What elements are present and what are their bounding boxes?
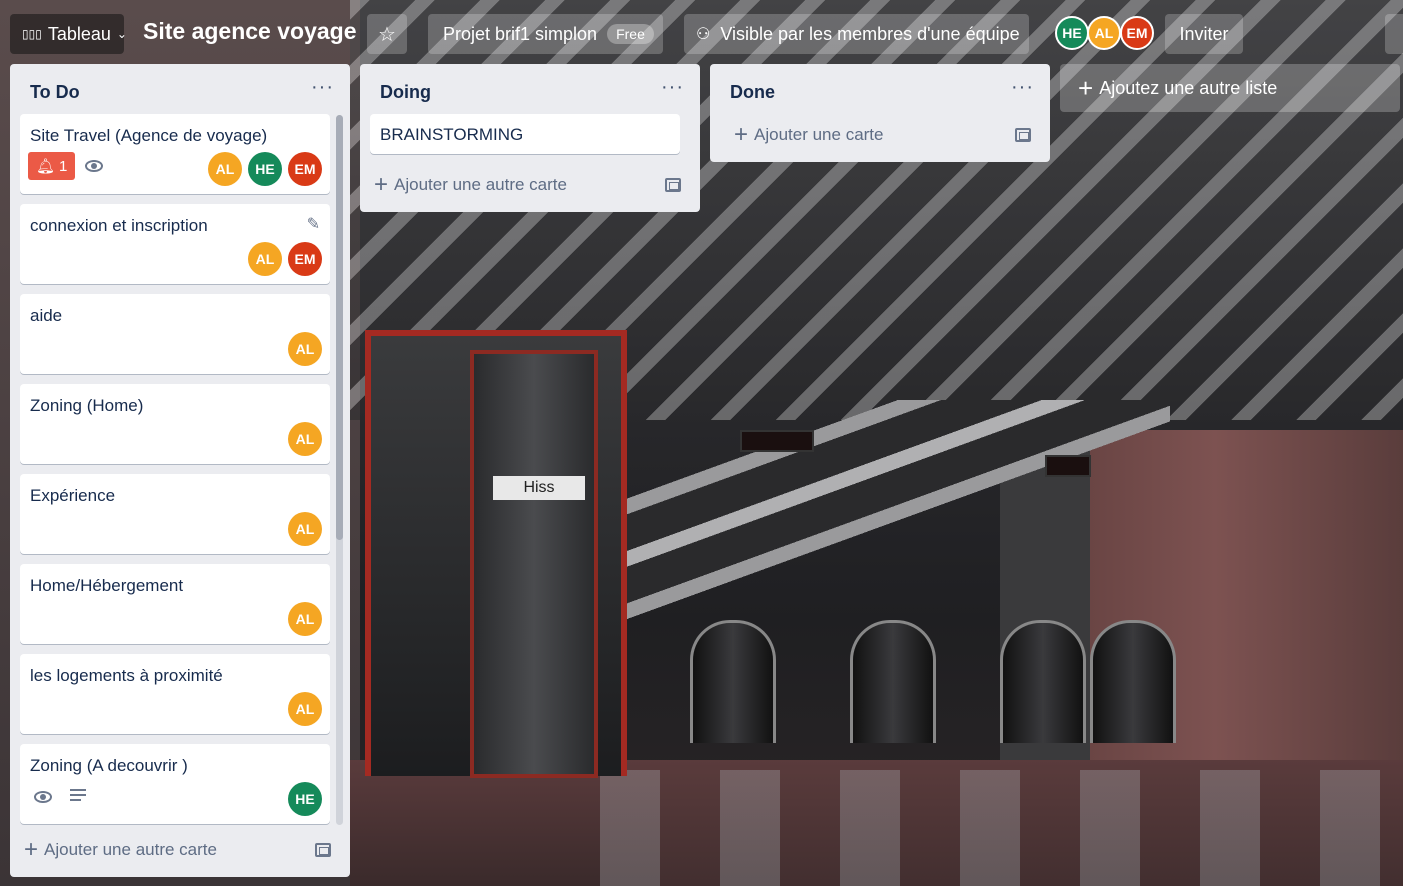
avatar[interactable]: HE bbox=[248, 152, 282, 186]
star-icon: ☆ bbox=[378, 23, 396, 46]
hiss-sign: Hiss bbox=[493, 476, 585, 500]
card[interactable]: Expérience AL bbox=[20, 474, 330, 554]
card[interactable]: Zoning (Home) AL bbox=[20, 384, 330, 464]
chevron-down-icon: ⌄ bbox=[116, 27, 127, 41]
avatar[interactable]: EM bbox=[288, 242, 322, 276]
avatar[interactable]: AL bbox=[208, 152, 242, 186]
card[interactable]: les logements à proximité AL bbox=[20, 654, 330, 734]
badge-count: 1 bbox=[59, 157, 68, 175]
due-badge[interactable]: 🔔︎ 1 bbox=[28, 152, 76, 180]
card[interactable]: Zoning (A decouvrir ) HE bbox=[20, 744, 330, 824]
avatar[interactable]: AL bbox=[288, 422, 322, 456]
list-title[interactable]: Doing bbox=[380, 82, 431, 103]
workspace-button[interactable]: Projet brif1 simplon Free bbox=[428, 14, 663, 54]
card[interactable]: Home/Hébergement AL bbox=[20, 564, 330, 644]
member-avatar-al[interactable]: AL bbox=[1087, 16, 1121, 50]
card-template-icon[interactable] bbox=[315, 843, 331, 857]
invite-button[interactable]: Inviter bbox=[1165, 14, 1243, 54]
watch-icon bbox=[34, 791, 52, 803]
visibility-label: Visible par les membres d'une équipe bbox=[720, 23, 1020, 44]
card-template-icon[interactable] bbox=[1015, 128, 1031, 142]
plan-badge: Free bbox=[607, 24, 654, 44]
card-title: Zoning (Home) bbox=[30, 396, 144, 415]
card[interactable]: aide AL bbox=[20, 294, 330, 374]
board-switcher-button[interactable]: ▯▯▯ Tableau ⌄ bbox=[10, 14, 127, 54]
plus-icon: + bbox=[374, 171, 389, 198]
add-card-label: Ajouter une autre carte bbox=[394, 175, 567, 194]
avatar[interactable]: AL bbox=[288, 602, 322, 636]
list-menu-icon[interactable]: ··· bbox=[1011, 76, 1034, 99]
card-title: connexion et inscription bbox=[30, 216, 208, 235]
pencil-icon[interactable]: ✎ bbox=[307, 214, 320, 234]
watch-icon bbox=[85, 160, 103, 172]
list-todo: To Do ··· Site Travel (Agence de voyage)… bbox=[10, 64, 350, 877]
board-header: ▯▯▯ Tableau ⌄ Site agence voyage ☆ Proje… bbox=[0, 0, 1403, 64]
plus-icon: + bbox=[734, 121, 749, 148]
description-icon bbox=[70, 786, 86, 804]
plus-icon: + bbox=[24, 836, 39, 863]
card[interactable]: BRAINSTORMING bbox=[370, 114, 680, 154]
list-scrollbar-thumb[interactable] bbox=[336, 115, 343, 540]
avatar[interactable]: HE bbox=[288, 782, 322, 816]
card-title: BRAINSTORMING bbox=[380, 125, 524, 144]
card-title: aide bbox=[30, 306, 63, 325]
card-title: Zoning (A decouvrir ) bbox=[30, 756, 188, 775]
list-title[interactable]: To Do bbox=[30, 82, 80, 103]
member-avatar-em[interactable]: EM bbox=[1120, 16, 1154, 50]
avatar[interactable]: AL bbox=[288, 692, 322, 726]
visibility-button[interactable]: ⚇ Visible par les membres d'une équipe bbox=[684, 14, 1029, 54]
add-card-button[interactable]: + Ajouter une autre carte bbox=[24, 838, 217, 862]
board-icon: ▯▯▯ bbox=[22, 27, 42, 41]
list-menu-icon[interactable]: ··· bbox=[661, 76, 684, 99]
card-title: Expérience bbox=[30, 486, 116, 505]
add-card-button[interactable]: + Ajouter une autre carte bbox=[374, 173, 567, 197]
list-menu-icon[interactable]: ··· bbox=[311, 76, 334, 99]
add-card-label: Ajouter une autre carte bbox=[44, 840, 217, 859]
board-switcher-label: Tableau bbox=[47, 23, 111, 44]
board-title[interactable]: Site agence voyage bbox=[143, 18, 357, 45]
add-list-button[interactable]: + Ajoutez une autre liste bbox=[1060, 64, 1400, 112]
list-doing: Doing ··· BRAINSTORMING + Ajouter une au… bbox=[360, 64, 700, 212]
list-title[interactable]: Done bbox=[730, 82, 775, 103]
card-title: les logements à proximité bbox=[30, 666, 223, 685]
card[interactable]: connexion et inscription ✎ AL EM bbox=[20, 204, 330, 284]
workspace-label: Projet brif1 simplon bbox=[443, 23, 598, 44]
team-icon: ⚇ bbox=[696, 26, 711, 43]
bell-icon: 🔔︎ bbox=[36, 158, 56, 175]
avatar[interactable]: EM bbox=[288, 152, 322, 186]
member-avatar-he[interactable]: HE bbox=[1055, 16, 1089, 50]
card-template-icon[interactable] bbox=[665, 178, 681, 192]
avatar[interactable]: AL bbox=[248, 242, 282, 276]
card-title: Site Travel (Agence de voyage) bbox=[30, 126, 268, 145]
star-button[interactable]: ☆ bbox=[367, 14, 407, 54]
add-list-label: Ajoutez une autre liste bbox=[1099, 77, 1278, 98]
card[interactable]: Site Travel (Agence de voyage) 🔔︎ 1 AL H… bbox=[20, 114, 330, 194]
avatar[interactable]: AL bbox=[288, 512, 322, 546]
add-card-label: Ajouter une carte bbox=[754, 125, 884, 144]
add-card-button[interactable]: + Ajouter une carte bbox=[734, 123, 883, 147]
list-done: Done ··· + Ajouter une carte bbox=[710, 64, 1050, 162]
menu-button[interactable] bbox=[1385, 14, 1403, 54]
plus-icon: + bbox=[1078, 72, 1094, 103]
avatar[interactable]: AL bbox=[288, 332, 322, 366]
card-title: Home/Hébergement bbox=[30, 576, 184, 595]
